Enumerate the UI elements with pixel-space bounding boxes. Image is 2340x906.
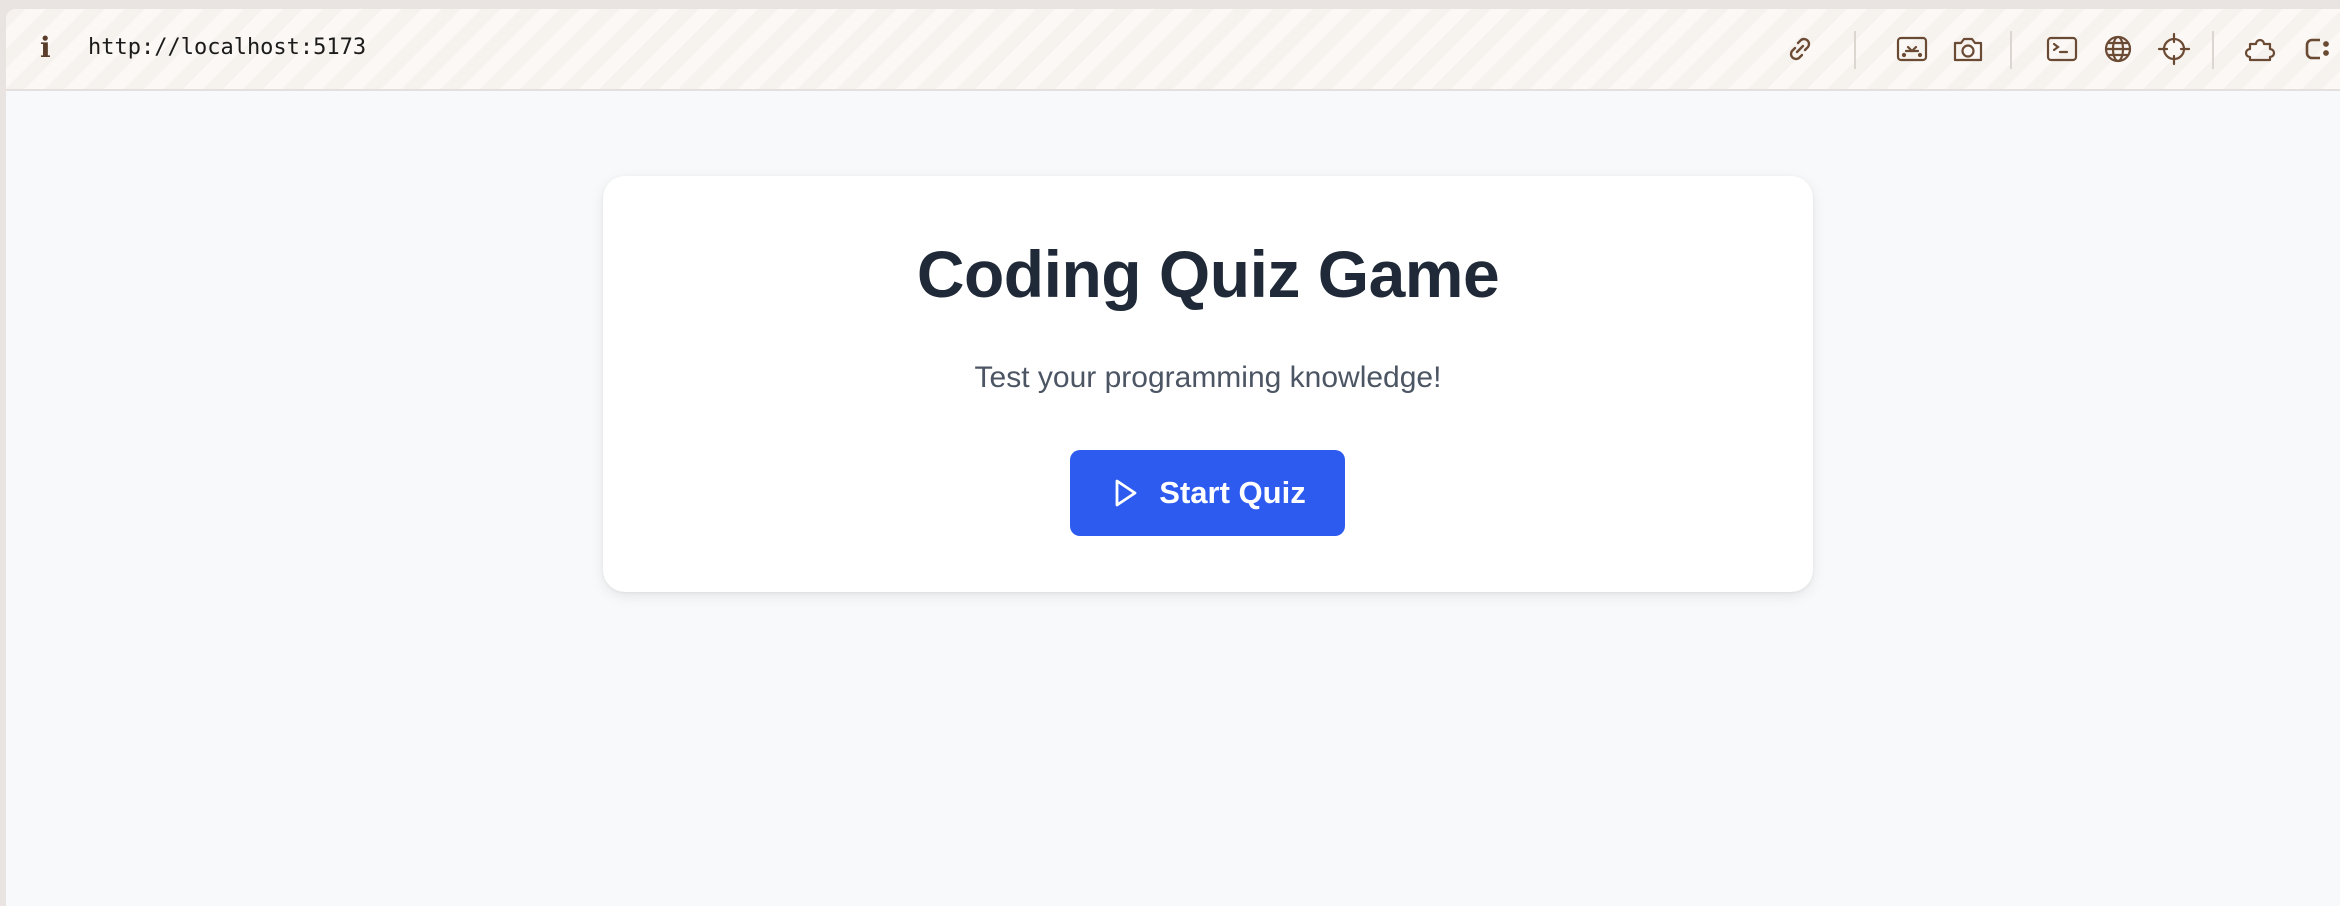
extension-icon[interactable] xyxy=(2242,31,2278,67)
play-icon xyxy=(1109,477,1141,509)
info-icon[interactable]: i xyxy=(40,33,51,63)
page-title: Coding Quiz Game xyxy=(916,237,1500,311)
terminal-icon[interactable] xyxy=(2044,31,2080,67)
crosshair-icon[interactable] xyxy=(2156,31,2192,67)
start-quiz-label: Start Quiz xyxy=(1159,475,1306,510)
toolbar-divider xyxy=(2010,31,2012,69)
browser-window: i http://localhost:5173 Coding Quiz Game… xyxy=(6,9,2340,906)
globe-icon[interactable] xyxy=(2100,31,2136,67)
link-icon[interactable] xyxy=(1782,31,1818,67)
page-subtitle: Test your programming knowledge! xyxy=(974,361,1442,394)
browser-toolbar: i http://localhost:5173 xyxy=(6,9,2340,91)
toolbar-divider xyxy=(2212,31,2214,69)
quiz-start-card: Coding Quiz Game Test your programming k… xyxy=(603,176,1813,592)
toolbar-divider xyxy=(1854,31,1856,69)
more-icon[interactable] xyxy=(2298,31,2334,67)
url-field[interactable]: http://localhost:5173 xyxy=(88,35,366,60)
camera-icon[interactable] xyxy=(1950,31,1986,67)
start-quiz-button[interactable]: Start Quiz xyxy=(1070,450,1345,536)
preview-icon[interactable] xyxy=(1894,31,1930,67)
